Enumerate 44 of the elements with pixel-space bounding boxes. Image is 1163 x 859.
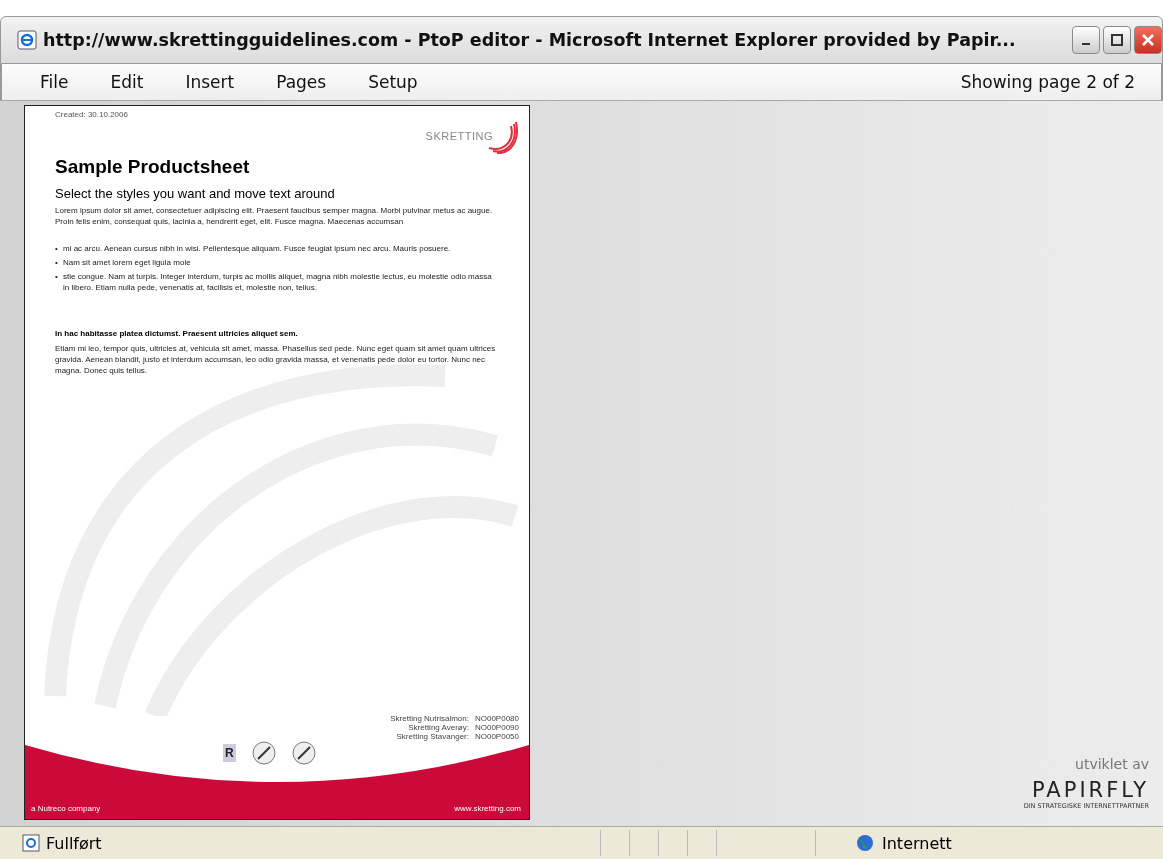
footer-company: a Nutreco company	[31, 804, 101, 813]
certification-seal-icon	[251, 741, 276, 765]
close-icon	[1141, 33, 1155, 47]
page-icon	[22, 834, 40, 852]
plant-name: Skretting Nutrisalmon:	[390, 714, 469, 723]
brand-logo-text: PAPIRFLY	[1032, 778, 1149, 802]
menu-item[interactable]: Insert	[185, 72, 235, 92]
plant-code: NO00P0050	[474, 732, 519, 741]
maximize-button[interactable]	[1103, 26, 1131, 54]
menu-item[interactable]: File	[40, 72, 69, 92]
plant-code: NO00P0090	[474, 723, 519, 732]
menu-item[interactable]: Edit	[110, 72, 144, 92]
maximize-icon	[1110, 33, 1124, 47]
bullet-marker: •	[55, 257, 59, 268]
logo-text: SKRETTING	[425, 130, 493, 142]
plant-name: Skretting Stavanger:	[396, 732, 469, 741]
bold-sentence: In hac habitasse platea dictumst. Praesent ultricies aliquet sem.	[55, 328, 299, 339]
menu-item[interactable]: Setup	[368, 72, 418, 92]
plant-code: NO00P0080	[474, 714, 519, 723]
minimize-icon	[1082, 43, 1090, 45]
security-zone: Internett	[882, 833, 952, 853]
menu-item[interactable]: Pages	[276, 72, 327, 92]
intro-paragraph: Lorem ipsum dolor sit amet, consectetuer adipiscing elit. Praesent faucibus semper magna. Morbi pulvinar metus ac augue. Proin felis enim, consequat quis, lacinia a, hendrerit eget, elit. Fusce magna. Maecenas accumsan	[55, 205, 494, 227]
footer-website: www.skretting.com	[454, 804, 521, 813]
status-text: Fullført	[46, 833, 103, 853]
document-title: Sample Productsheet	[55, 156, 251, 178]
certification-mark: R	[223, 744, 236, 762]
credit-label: utviklet av	[1075, 756, 1149, 772]
globe-icon	[856, 834, 874, 852]
certification-seal-icon	[291, 741, 316, 765]
bullet-item: mi ac arcu. Aenean cursus nibh in wisi. Pellentesque aliquam. Fusce feugiat ipsum nec arcu. Mauris posuere.	[63, 243, 451, 254]
bullet-marker: •	[55, 243, 59, 254]
closing-paragraph: Etiam mi leo, tempor quis, ultricies at, vehicula sit amet, massa. Phasellus sed pede. Nunc eget quam sit amet quam ultrices gravida. Aenean blandit, justo et interdum accumsan, leo odio gravida massa, et venenatis pede dolor eu tortor. Nunc nec magna. Donec quis tellus.	[55, 343, 497, 376]
bullet-item: Nam sit amet lorem eget ligula mole	[63, 257, 191, 268]
document-date: Created: 30.10.2006	[55, 110, 128, 121]
document-subtitle: Select the styles you want and move text around	[55, 186, 336, 201]
bullet-marker: •	[55, 271, 59, 283]
window-title: http://www.skrettingguidelines.com - PtoP editor - Microsoft Internet Explorer provided by Papir...	[43, 30, 1017, 50]
minimize-button[interactable]	[1072, 26, 1100, 54]
bullet-item: stie congue. Nam at turpis. Integer interdum, turpis ac mollis aliquet, magna nibh molestie lectus, eu molestie odio massa in libero. Etiam nulla pede, venenatis at, facilisis et, molestie non, tellus.	[63, 271, 493, 293]
page-indicator: Showing page 2 of 2	[960, 72, 1135, 92]
plant-name: Skretting Averøy:	[408, 723, 469, 732]
browser-icon	[17, 30, 37, 50]
close-button[interactable]	[1134, 26, 1162, 54]
